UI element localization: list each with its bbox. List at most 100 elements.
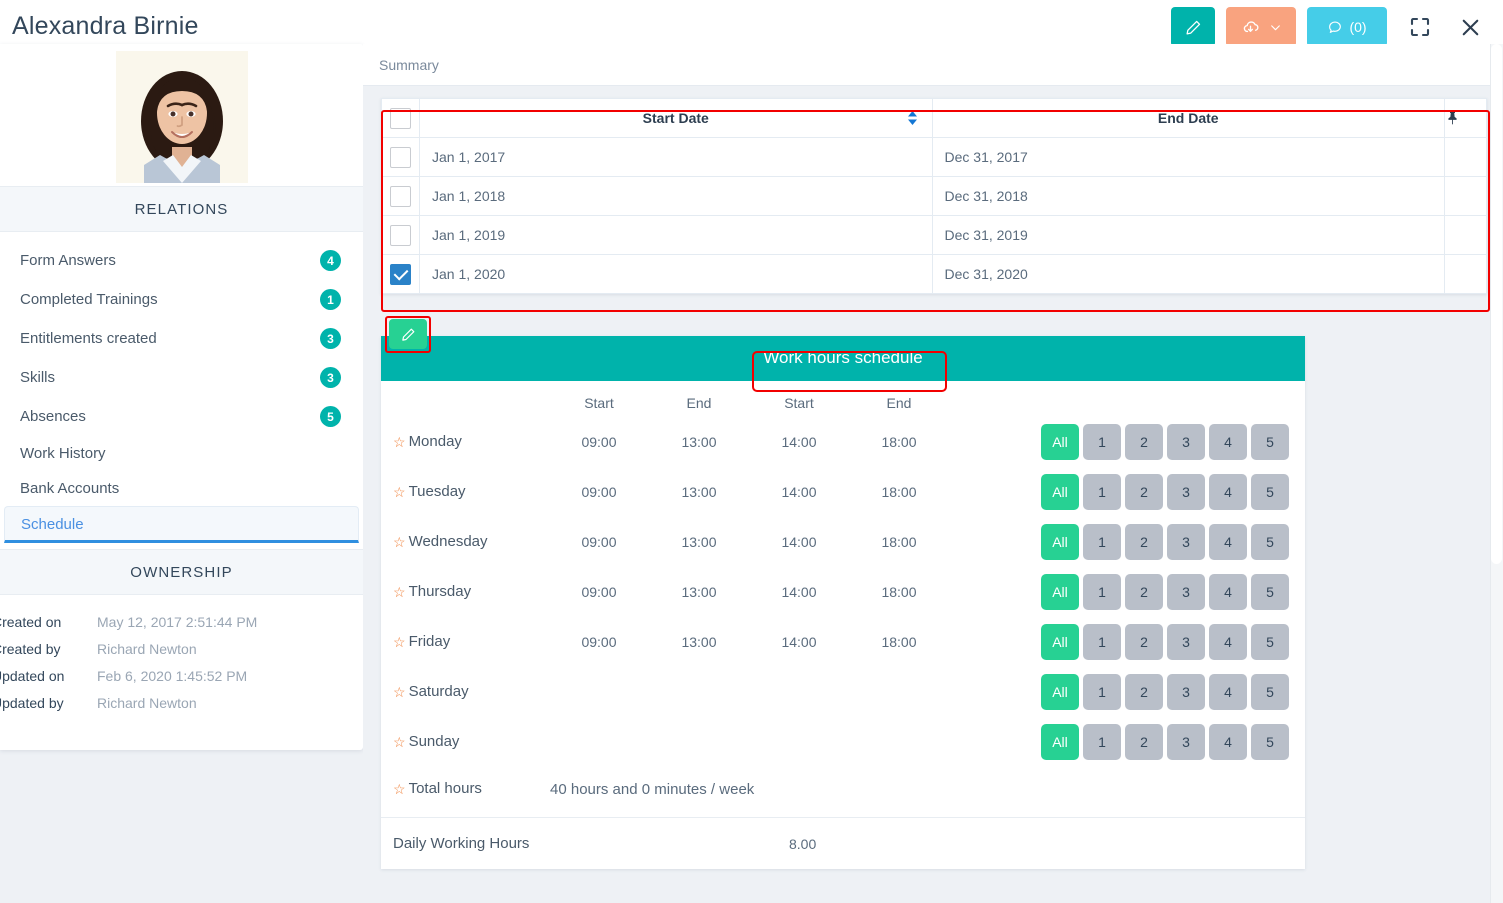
week-button-all[interactable]: All [1041, 424, 1079, 460]
week-button-5[interactable]: 5 [1251, 524, 1289, 560]
sidebar-item-work-history[interactable]: Work History [0, 436, 363, 471]
column-header-end-date[interactable]: End Date [931, 98, 1445, 138]
schedule-start-1: 09:00 [581, 634, 617, 650]
week-button-4[interactable]: 4 [1209, 724, 1247, 760]
star-icon[interactable]: ☆ [393, 781, 406, 798]
vertical-scrollbar[interactable] [1490, 44, 1503, 903]
cell-end-date: Dec 31, 2019 [931, 215, 1445, 255]
total-hours-label-cell: ☆ Total hours [381, 767, 549, 817]
star-icon[interactable]: ☆ [393, 634, 406, 651]
status-badge: 5 [320, 406, 341, 427]
table-row[interactable]: Jan 1, 2018 Dec 31, 2018 [381, 176, 1487, 216]
sidebar-item-absences[interactable]: Absences 5 [0, 397, 363, 436]
week-button-3[interactable]: 3 [1167, 524, 1205, 560]
comments-button[interactable]: (0) [1307, 7, 1387, 47]
week-button-5[interactable]: 5 [1251, 674, 1289, 710]
week-button-1[interactable]: 1 [1083, 624, 1121, 660]
cell-end-date: Dec 31, 2017 [931, 137, 1445, 177]
sidebar-item-skills[interactable]: Skills 3 [0, 358, 363, 397]
sidebar-item-schedule[interactable]: Schedule [4, 506, 359, 543]
scrollbar-thumb[interactable] [1491, 44, 1502, 564]
schedule-header-start-1: Start [584, 394, 614, 411]
star-icon[interactable]: ☆ [393, 734, 406, 751]
week-button-3[interactable]: 3 [1167, 624, 1205, 660]
table-header-row: Start Date End Date [381, 98, 1487, 138]
week-button-all[interactable]: All [1041, 474, 1079, 510]
week-button-all[interactable]: All [1041, 574, 1079, 610]
schedule-day-cell: ☆ Tuesday [381, 467, 549, 517]
sort-icon[interactable] [907, 111, 918, 126]
week-button-2[interactable]: 2 [1125, 424, 1163, 460]
week-button-3[interactable]: 3 [1167, 474, 1205, 510]
week-button-4[interactable]: 4 [1209, 424, 1247, 460]
week-button-1[interactable]: 1 [1083, 524, 1121, 560]
edit-selected-row-button[interactable] [389, 319, 427, 349]
row-checkbox[interactable] [390, 146, 411, 168]
week-button-2[interactable]: 2 [1125, 624, 1163, 660]
week-button-1[interactable]: 1 [1083, 574, 1121, 610]
table-row[interactable]: Jan 1, 2019 Dec 31, 2019 [381, 215, 1487, 255]
comment-icon [1327, 19, 1343, 35]
row-checkbox[interactable] [390, 224, 411, 246]
sidebar-item-entitlements-created[interactable]: Entitlements created 3 [0, 319, 363, 358]
sidebar-item-completed-trainings[interactable]: Completed Trainings 1 [0, 280, 363, 319]
week-button-all[interactable]: All [1041, 674, 1079, 710]
week-button-2[interactable]: 2 [1125, 524, 1163, 560]
week-button-3[interactable]: 3 [1167, 674, 1205, 710]
week-button-1[interactable]: 1 [1083, 424, 1121, 460]
week-button-5[interactable]: 5 [1251, 624, 1289, 660]
week-button-5[interactable]: 5 [1251, 424, 1289, 460]
week-button-3[interactable]: 3 [1167, 574, 1205, 610]
week-button-all[interactable]: All [1041, 724, 1079, 760]
week-button-1[interactable]: 1 [1083, 674, 1121, 710]
schedule-end-2: 18:00 [881, 584, 917, 600]
close-button[interactable] [1453, 10, 1487, 44]
sidebar-item-form-answers[interactable]: Form Answers 4 [0, 241, 363, 280]
schedule-end-2 [849, 667, 949, 717]
week-button-4[interactable]: 4 [1209, 574, 1247, 610]
week-button-all[interactable]: All [1041, 624, 1079, 660]
star-icon[interactable]: ☆ [393, 484, 406, 501]
star-icon[interactable]: ☆ [393, 684, 406, 701]
column-header-start-date[interactable]: Start Date [419, 98, 933, 138]
table-row[interactable]: Jan 1, 2017 Dec 31, 2017 [381, 137, 1487, 177]
schedule-end-2: 18:00 [881, 484, 917, 500]
total-hours-value-cell: 40 hours and 0 minutes / week [549, 767, 1305, 817]
week-button-all[interactable]: All [1041, 524, 1079, 560]
schedule-start-1: 09:00 [581, 584, 617, 600]
star-icon[interactable]: ☆ [393, 584, 406, 601]
star-icon[interactable]: ☆ [393, 534, 406, 551]
edit-record-button[interactable] [1171, 7, 1215, 47]
table-row[interactable]: Jan 1, 2020 Dec 31, 2020 [381, 254, 1487, 294]
week-button-2[interactable]: 2 [1125, 674, 1163, 710]
week-button-2[interactable]: 2 [1125, 474, 1163, 510]
week-button-1[interactable]: 1 [1083, 724, 1121, 760]
week-button-5[interactable]: 5 [1251, 574, 1289, 610]
pin-column-header[interactable] [1444, 98, 1487, 138]
left-detail-panel: RELATIONS Form Answers 4 Completed Train… [0, 44, 363, 750]
week-button-2[interactable]: 2 [1125, 574, 1163, 610]
avatar [115, 51, 248, 183]
week-button-group: All 1 2 3 4 5 [1041, 474, 1289, 510]
sidebar-item-bank-accounts[interactable]: Bank Accounts [0, 471, 363, 506]
week-button-4[interactable]: 4 [1209, 524, 1247, 560]
fullscreen-button[interactable] [1403, 10, 1437, 44]
export-button[interactable] [1226, 7, 1296, 47]
week-button-4[interactable]: 4 [1209, 474, 1247, 510]
pin-icon[interactable] [1445, 110, 1486, 126]
daily-working-hours-row: Daily Working Hours 8.00 [381, 817, 1305, 869]
select-all-checkbox[interactable] [390, 107, 411, 129]
week-button-2[interactable]: 2 [1125, 724, 1163, 760]
week-button-1[interactable]: 1 [1083, 474, 1121, 510]
week-button-3[interactable]: 3 [1167, 424, 1205, 460]
row-checkbox[interactable] [390, 185, 411, 207]
week-button-4[interactable]: 4 [1209, 624, 1247, 660]
week-button-5[interactable]: 5 [1251, 724, 1289, 760]
week-button-4[interactable]: 4 [1209, 674, 1247, 710]
star-icon[interactable]: ☆ [393, 434, 406, 451]
tab-summary[interactable]: Summary [363, 57, 455, 73]
week-button-3[interactable]: 3 [1167, 724, 1205, 760]
row-checkbox[interactable] [390, 263, 411, 285]
schedule-start-2 [749, 667, 849, 717]
week-button-5[interactable]: 5 [1251, 474, 1289, 510]
